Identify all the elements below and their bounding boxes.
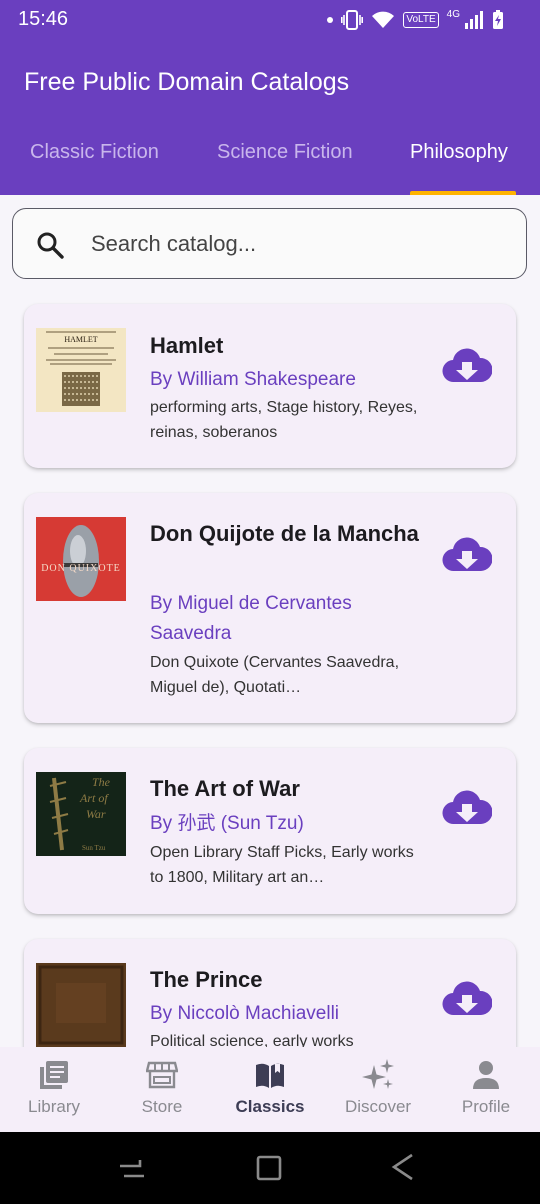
search-bar[interactable] (12, 208, 527, 279)
tab-science-fiction[interactable]: Science Fiction (217, 141, 353, 164)
book-subjects: Open Library Staff Picks, Early works to… (150, 844, 414, 886)
status-icons: VoLTE 4G (327, 8, 504, 32)
download-cloud-icon[interactable] (442, 535, 492, 575)
nav-store[interactable]: Store (108, 1047, 216, 1132)
book-title: Don Quijote de la Mancha (150, 521, 419, 546)
tab-philosophy[interactable]: Philosophy (410, 141, 508, 164)
book-cover-the-prince (36, 963, 126, 1047)
tab-indicator (410, 191, 516, 195)
sparkle-icon (362, 1059, 394, 1089)
search-icon (37, 232, 64, 259)
search-input[interactable] (91, 225, 491, 263)
nav-label: Classics (235, 1097, 305, 1116)
book-title: Hamlet (150, 333, 224, 358)
book-subjects: performing arts, Stage history, Reyes, r… (150, 399, 418, 441)
nav-classics[interactable]: Classics (216, 1047, 324, 1132)
network-type: 4G (446, 8, 460, 20)
nav-label: Profile (461, 1097, 511, 1116)
nav-profile[interactable]: Profile (432, 1047, 540, 1132)
nav-discover[interactable]: Discover (324, 1047, 432, 1132)
download-cloud-icon[interactable] (442, 788, 492, 828)
cover-line-2: Art of (79, 791, 109, 805)
status-time: 15:46 (18, 8, 69, 30)
notification-dot-icon (327, 17, 334, 23)
back-icon[interactable] (388, 1152, 416, 1182)
book-cover-art-of-war: The Art of War Sun Tzu (36, 772, 126, 856)
vibrate-icon (341, 10, 364, 30)
book-title: The Prince (150, 967, 263, 992)
system-navigation-bar (0, 1132, 540, 1204)
book-open-icon (256, 1063, 284, 1088)
cover-line-3: War (86, 807, 106, 821)
book-title: The Art of War (150, 776, 300, 801)
cover-title-hamlet: HAMLET (64, 335, 97, 344)
recent-apps-icon[interactable] (118, 1154, 146, 1182)
book-cover-hamlet: HAMLET (36, 328, 126, 412)
cover-author: Sun Tzu (82, 844, 106, 852)
app-bar: Free Public Domain Catalogs Classic Fict… (0, 40, 540, 195)
tab-classic-fiction[interactable]: Classic Fiction (30, 141, 159, 164)
volte-badge: VoLTE (403, 12, 439, 28)
book-author[interactable]: By Miguel de Cervantes Saavedra (150, 589, 430, 649)
nav-library[interactable]: Library (0, 1047, 108, 1132)
book-card-hamlet[interactable]: HAMLET Hamlet By William Shakespeare per… (24, 304, 516, 468)
nav-label: Discover (344, 1097, 412, 1116)
tab-bar: Classic Fiction Science Fiction Philosop… (0, 115, 540, 195)
library-icon (40, 1061, 68, 1089)
cover-title-don-quixote: DON QUIXOTE (41, 563, 121, 574)
nav-label: Library (28, 1097, 80, 1116)
app-title: Free Public Domain Catalogs (24, 68, 350, 96)
wifi-icon (372, 11, 395, 28)
book-author[interactable]: By Niccolò Machiavelli (150, 999, 430, 1029)
book-author[interactable]: By 孙武 (Sun Tzu) (150, 809, 430, 839)
download-cloud-icon[interactable] (442, 346, 492, 386)
store-icon (146, 1061, 178, 1089)
home-icon[interactable] (255, 1154, 283, 1182)
battery-charging-icon (493, 10, 503, 29)
book-subjects: Don Quixote (Cervantes Saavedra, Miguel … (150, 654, 400, 696)
download-cloud-icon[interactable] (442, 979, 492, 1019)
nav-label: Store (141, 1097, 183, 1116)
bottom-navigation: Library Store Classics Discover Profile (0, 1047, 540, 1132)
book-card-art-of-war[interactable]: The Art of War Sun Tzu The Art of War By… (24, 748, 516, 914)
person-icon (473, 1061, 499, 1089)
book-author[interactable]: By William Shakespeare (150, 365, 430, 395)
book-cover-don-quijote: DON QUIXOTE (36, 517, 126, 601)
cover-line-1: The (92, 775, 111, 789)
status-bar: 15:46 VoLTE 4G (0, 0, 540, 40)
book-card-don-quijote[interactable]: DON QUIXOTE Don Quijote de la Mancha By … (24, 493, 516, 723)
signal-icon (465, 11, 483, 29)
